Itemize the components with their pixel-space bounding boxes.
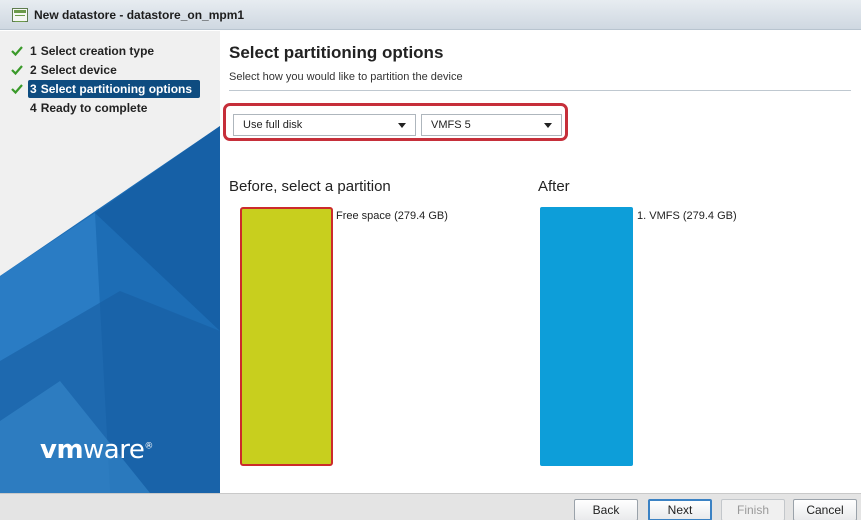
dropdown-arrow-icon <box>544 123 552 128</box>
free-space-partition-bar[interactable] <box>240 207 333 466</box>
checkmark-icon <box>11 64 23 75</box>
vmfs-partition-bar <box>540 207 633 466</box>
cancel-button[interactable]: Cancel <box>793 499 857 520</box>
step-number: 1 <box>30 43 37 58</box>
step-select-creation-type[interactable]: 1 Select creation type <box>0 41 220 60</box>
dropdown-arrow-icon <box>398 123 406 128</box>
back-button[interactable]: Back <box>574 499 638 520</box>
checkmark-icon <box>11 83 23 94</box>
wizard-steps: 1 Select creation type 2 Select device 3… <box>0 41 220 117</box>
next-button[interactable]: Next <box>648 499 712 520</box>
window-title: New datastore - datastore_on_mpm1 <box>34 7 245 22</box>
partition-scheme-value: Use full disk <box>243 119 303 131</box>
datastore-icon <box>12 7 28 22</box>
partition-options-highlight: Use full disk VMFS 5 <box>223 103 568 141</box>
page-subtitle: Select how you would like to partition t… <box>229 71 463 83</box>
step-number: 2 <box>30 62 37 77</box>
step-select-partitioning-options[interactable]: 3 Select partitioning options <box>0 79 220 98</box>
vmfs-version-value: VMFS 5 <box>431 119 471 131</box>
after-heading: After <box>538 178 570 195</box>
step-label: Ready to complete <box>40 100 148 115</box>
window-titlebar: New datastore - datastore_on_mpm1 <box>0 0 861 30</box>
step-label: Select creation type <box>40 43 155 58</box>
wizard-footer: Back Next Finish Cancel <box>0 493 861 520</box>
vmware-logo: vmware® <box>40 435 153 465</box>
step-number: 4 <box>30 100 37 115</box>
page-title: Select partitioning options <box>229 43 444 62</box>
wizard-content: Select partitioning options Select how y… <box>220 31 861 493</box>
step-select-device[interactable]: 2 Select device <box>0 60 220 79</box>
checkmark-icon <box>11 45 23 56</box>
vmfs-version-dropdown[interactable]: VMFS 5 <box>421 114 562 136</box>
partition-scheme-dropdown[interactable]: Use full disk <box>233 114 416 136</box>
step-label: Select device <box>40 62 117 77</box>
step-ready-to-complete[interactable]: 4 Ready to complete <box>0 98 220 117</box>
step-number: 3 <box>30 81 37 96</box>
vmfs-partition-label: 1. VMFS (279.4 GB) <box>637 210 737 222</box>
wizard-sidebar: 1 Select creation type 2 Select device 3… <box>0 31 220 493</box>
finish-button[interactable]: Finish <box>721 499 785 520</box>
before-heading: Before, select a partition <box>229 178 391 195</box>
divider <box>229 90 851 91</box>
free-space-label: Free space (279.4 GB) <box>336 210 448 222</box>
step-label: Select partitioning options <box>40 81 193 96</box>
